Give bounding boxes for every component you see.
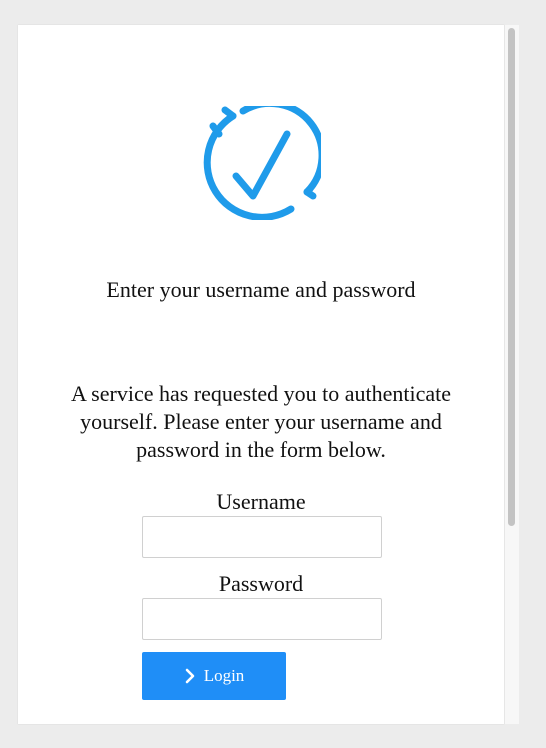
auth-description: A service has requested you to authentic… [71,381,451,462]
username-label: Username [216,489,306,514]
login-button[interactable]: Login [142,652,286,700]
login-button-label: Login [203,666,245,685]
password-label: Password [218,571,304,596]
page-heading: Enter your username and password [106,277,416,302]
scrollbar[interactable] [504,25,519,724]
password-input[interactable] [142,598,382,640]
username-input[interactable] [142,516,382,558]
scrollbar-thumb[interactable] [508,28,515,526]
checkmark-circle-icon [203,106,321,220]
chevron-right-icon [185,668,194,684]
